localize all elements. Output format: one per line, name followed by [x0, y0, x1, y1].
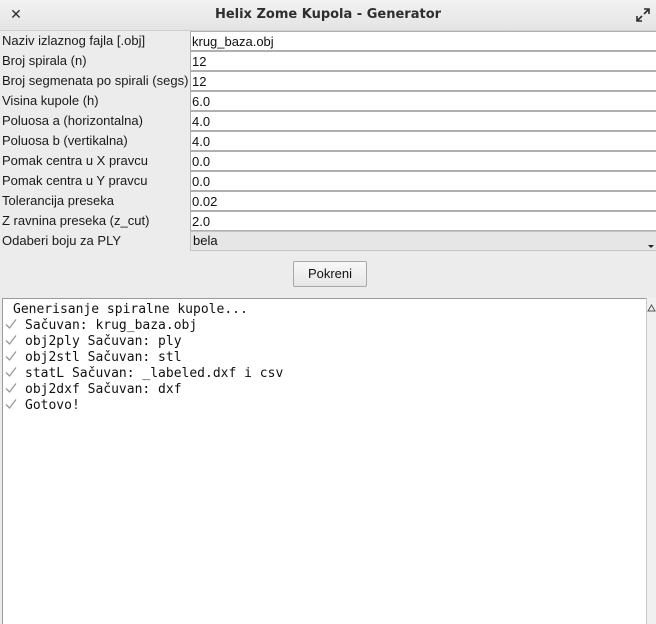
semi-axis-a-input[interactable]	[190, 111, 656, 131]
scroll-up-arrow-icon[interactable]	[647, 298, 656, 312]
log-scrollbar[interactable]	[646, 298, 656, 624]
form-row-output-file: Naziv izlaznog fajla [.obj]	[0, 31, 656, 51]
maximize-icon[interactable]	[634, 6, 652, 24]
log-line-text: obj2stl Sačuvan: stl	[25, 350, 182, 365]
log-header-text: Generisanje spiralne kupole...	[13, 302, 248, 317]
field-label: Broj spirala (n)	[2, 53, 87, 68]
field-label: Poluosa a (horizontalna)	[2, 113, 143, 128]
field-label: Odaberi boju za PLY	[2, 233, 121, 248]
check-icon	[5, 367, 17, 378]
log-line: Gotovo!	[5, 398, 646, 414]
window-title: Helix Zome Kupola - Generator	[214, 7, 442, 22]
form-row-semi-axis-a: Poluosa a (horizontalna)	[0, 111, 656, 131]
log-line: obj2stl Sačuvan: stl	[5, 350, 646, 366]
output-log[interactable]: Generisanje spiralne kupole... Sačuvan: …	[2, 298, 646, 624]
log-line: statL Sačuvan: _labeled.dxf i csv	[5, 366, 646, 382]
output-file-input[interactable]	[190, 31, 656, 51]
log-line-text: obj2ply Sačuvan: ply	[25, 334, 182, 349]
form-row-offset-y: Pomak centra u Y pravcu	[0, 171, 656, 191]
field-label: Broj segmenata po spirali (segs)	[2, 73, 188, 88]
field-label: Pomak centra u X pravcu	[2, 153, 148, 168]
form-row-z-cut: Z ravnina preseka (z_cut)	[0, 211, 656, 231]
field-label: Z ravnina preseka (z_cut)	[2, 213, 150, 228]
run-button[interactable]: Pokreni	[293, 261, 367, 287]
offset-y-input[interactable]	[190, 171, 656, 191]
check-icon	[5, 383, 17, 394]
spiral-count-input[interactable]	[190, 51, 656, 71]
check-icon	[5, 351, 17, 362]
form-row-spiral-count: Broj spirala (n)	[0, 51, 656, 71]
log-line-text: Gotovo!	[25, 398, 80, 413]
field-label: Visina kupole (h)	[2, 93, 99, 108]
log-line-text: Sačuvan: krug_baza.obj	[25, 318, 198, 333]
log-line-text: obj2dxf Sačuvan: dxf	[25, 382, 182, 397]
tolerance-input[interactable]	[190, 191, 656, 211]
ply-color-selected-value: bela	[193, 233, 218, 248]
log-line-text: statL Sačuvan: _labeled.dxf i csv	[25, 366, 284, 381]
field-label: Naziv izlaznog fajla [.obj]	[2, 33, 146, 48]
form-row-segments: Broj segmenata po spirali (segs)	[0, 71, 656, 91]
form-row-tolerance: Tolerancija preseka	[0, 191, 656, 211]
form-row-offset-x: Pomak centra u X pravcu	[0, 151, 656, 171]
dropdown-arrow-icon[interactable]	[646, 235, 656, 249]
parameter-form: Naziv izlaznog fajla [.obj] Broj spirala…	[0, 31, 656, 251]
log-header: Generisanje spiralne kupole...	[5, 302, 646, 318]
offset-x-input[interactable]	[190, 151, 656, 171]
check-icon	[5, 319, 17, 330]
segments-input[interactable]	[190, 71, 656, 91]
form-row-dome-height: Visina kupole (h)	[0, 91, 656, 111]
log-line: obj2ply Sačuvan: ply	[5, 334, 646, 350]
check-icon	[5, 399, 17, 410]
title-bar: ✕ Helix Zome Kupola - Generator	[0, 0, 656, 31]
field-label: Tolerancija preseka	[2, 193, 115, 208]
z-cut-input[interactable]	[190, 211, 656, 231]
semi-axis-b-input[interactable]	[190, 131, 656, 151]
log-line: Sačuvan: krug_baza.obj	[5, 318, 646, 334]
field-label: Poluosa b (vertikalna)	[2, 133, 128, 148]
field-label: Pomak centra u Y pravcu	[2, 173, 148, 188]
form-row-semi-axis-b: Poluosa b (vertikalna)	[0, 131, 656, 151]
ply-color-select[interactable]: bela	[190, 231, 656, 251]
dome-height-input[interactable]	[190, 91, 656, 111]
form-row-ply-color: Odaberi boju za PLY bela	[0, 231, 656, 251]
check-icon	[5, 335, 17, 346]
log-line: obj2dxf Sačuvan: dxf	[5, 382, 646, 398]
